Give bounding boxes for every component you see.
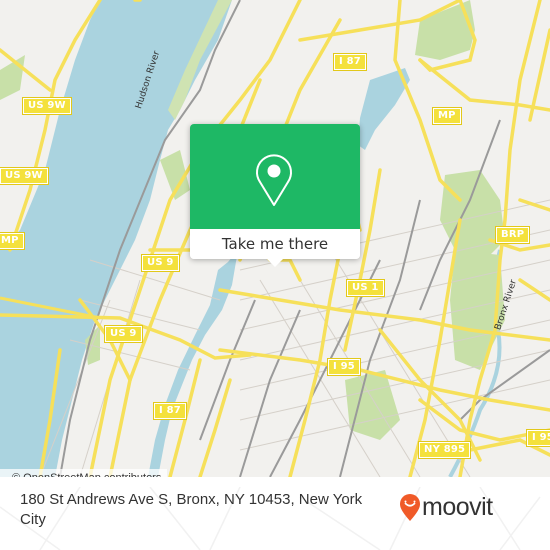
- route-shield-i-95: I 95: [327, 358, 361, 376]
- moovit-logo[interactable]: moovit: [400, 493, 493, 522]
- route-shield-brp: BRP: [494, 226, 531, 244]
- route-shield-us-9: US 9: [141, 254, 180, 272]
- route-shield-i-95: I 95: [526, 429, 550, 447]
- harlem-river: [148, 250, 238, 477]
- popup-header: [190, 124, 360, 229]
- moovit-pin-smile-icon: [400, 493, 420, 521]
- take-me-there-button[interactable]: Take me there: [190, 229, 360, 259]
- map-attribution[interactable]: © OpenStreetMap contributors: [0, 469, 168, 477]
- address-text: 180 St Andrews Ave S, Bronx, NY 10453, N…: [20, 491, 363, 528]
- route-shield-us-9w: US 9W: [22, 97, 72, 115]
- map-pin-icon: [256, 154, 292, 206]
- route-shield-mp: MP: [432, 107, 462, 125]
- park: [440, 170, 505, 260]
- popup-pointer: [267, 259, 283, 267]
- location-popup: Take me there: [190, 124, 360, 267]
- route-shield-mp: MP: [0, 232, 25, 250]
- route-shield-us-1: US 1: [346, 279, 385, 297]
- route-shield-us-9w: US 9W: [0, 167, 49, 185]
- moovit-wordmark: moovit: [422, 493, 493, 521]
- park: [345, 370, 400, 440]
- map-view[interactable]: US 9W US 9W MP US 9 US 9 I 87 I 87 MP BR…: [0, 0, 550, 477]
- route-shield-us-9: US 9: [104, 325, 143, 343]
- route-shield-ny-895: NY 895: [417, 441, 472, 459]
- footer: 180 St Andrews Ave S, Bronx, NY 10453, N…: [0, 487, 550, 550]
- route-shield-i-87: I 87: [333, 53, 367, 71]
- route-shield-i-87: I 87: [153, 402, 187, 420]
